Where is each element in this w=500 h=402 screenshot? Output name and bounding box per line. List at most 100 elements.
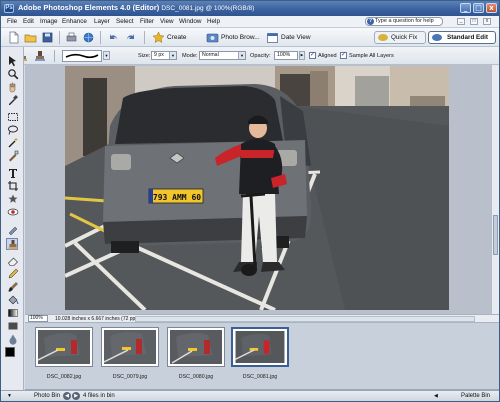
thumbnail-label: DSC_0082.jpg <box>46 374 82 380</box>
horizontal-scrollbar[interactable] <box>135 316 475 322</box>
menu-enhance[interactable]: Enhance <box>62 18 87 25</box>
magic-wand-tool-icon[interactable] <box>7 137 19 149</box>
title-bar: Ps Adobe Photoshop Elements 4.0 (Editor)… <box>1 1 499 16</box>
editor-window: Ps Adobe Photoshop Elements 4.0 (Editor)… <box>0 0 500 402</box>
menu-layer[interactable]: Layer <box>94 18 110 25</box>
quick-fix-button[interactable]: Quick Fix <box>374 31 426 44</box>
vertical-scroll-thumb[interactable] <box>493 215 498 255</box>
size-label: Size: <box>138 53 151 59</box>
shape-tool-icon[interactable] <box>7 320 19 332</box>
document-info: 10.028 inches x 6.667 inches (72 ppi) <box>55 316 139 322</box>
foreground-color-swatch[interactable] <box>5 347 15 357</box>
color-swatches[interactable] <box>5 347 21 363</box>
menu-select[interactable]: Select <box>116 18 134 25</box>
doc-minimize-button[interactable]: _ <box>457 18 465 25</box>
tool-options-bar: ▼ Size: 9 px ▼ Mode: Normal ▼ Opacity: 1… <box>10 47 499 65</box>
document-title: DSC_0081.jpg @ 100%(RGB/8) <box>161 5 255 12</box>
opacity-field[interactable]: 100% <box>274 51 298 60</box>
selection-brush-tool-icon[interactable] <box>7 150 19 162</box>
document-photo[interactable]: 793 AMM 60 <box>65 66 449 310</box>
question-icon: ? <box>367 18 374 25</box>
opacity-slider-arrow[interactable]: ▶ <box>299 51 305 60</box>
photo-bin-label[interactable]: Photo Bin <box>34 393 60 399</box>
thumbnail-frame <box>101 327 159 367</box>
close-button[interactable]: x <box>486 3 497 13</box>
pattern-stamp-icon[interactable] <box>34 50 46 62</box>
zoom-field[interactable]: 100% <box>28 315 48 322</box>
brush-preset-dropdown-arrow[interactable]: ▼ <box>103 51 110 60</box>
photo-bin-thumbnail[interactable]: DSC_0080.jpg <box>167 327 225 380</box>
create-icon[interactable] <box>152 31 165 44</box>
marquee-tool-icon[interactable] <box>7 111 19 123</box>
photo-browser-icon[interactable] <box>206 31 219 44</box>
hand-tool-icon[interactable] <box>7 81 19 93</box>
mode-dropdown-arrow[interactable]: ▼ <box>238 52 245 59</box>
menu-window[interactable]: Window <box>179 18 201 25</box>
aligned-label: Aligned <box>318 53 337 59</box>
photo-bin-thumbnail[interactable]: DSC_0082.jpg <box>35 327 93 380</box>
mode-select[interactable]: Normal ▼ <box>199 51 246 60</box>
type-tool-icon[interactable] <box>7 167 19 179</box>
palette-bin-toggle-icon[interactable]: ◀ <box>434 393 438 399</box>
size-dropdown-arrow[interactable]: ▼ <box>169 52 176 59</box>
brush-tool-icon[interactable] <box>7 281 19 293</box>
zoom-tool-icon[interactable] <box>7 68 19 80</box>
menu-view[interactable]: View <box>160 18 174 25</box>
menu-filter[interactable]: Filter <box>140 18 154 25</box>
doc-close-button[interactable]: x <box>483 18 491 25</box>
options-separator <box>54 50 55 62</box>
canvas-area: 793 AMM 60 <box>25 65 491 314</box>
app-title: Adobe Photoshop Elements 4.0 (Editor) <box>18 3 160 12</box>
eyedropper-tool-icon[interactable] <box>7 94 19 106</box>
print-icon[interactable] <box>65 31 78 44</box>
maximize-button[interactable]: □ <box>473 3 484 13</box>
help-search-field[interactable]: ? Type a question for help <box>365 17 443 26</box>
blur-tool-icon[interactable] <box>7 333 19 345</box>
aligned-checkbox[interactable]: ✓ <box>309 52 316 59</box>
new-file-icon[interactable] <box>7 31 20 44</box>
step-forward-icon[interactable] <box>124 31 137 44</box>
sample-all-layers-checkbox[interactable]: ✓ <box>340 52 347 59</box>
spot-healing-brush-icon[interactable] <box>7 223 19 236</box>
thumbnail-label: DSC_0081.jpg <box>242 374 278 380</box>
size-value: 9 px <box>154 52 164 58</box>
photo-bin-thumbnail[interactable]: DSC_0079.jpg <box>101 327 159 380</box>
create-button[interactable]: Create <box>167 34 187 41</box>
menu-help[interactable]: Help <box>207 18 220 25</box>
photo-browser-button[interactable]: Photo Brow... <box>221 34 260 41</box>
mode-value: Normal <box>202 52 219 58</box>
standard-edit-button[interactable]: Standard Edit <box>428 31 496 44</box>
gradient-tool-icon[interactable] <box>7 307 19 319</box>
eraser-tool-icon[interactable] <box>7 255 19 267</box>
minimize-button[interactable]: _ <box>460 3 471 13</box>
toolbar-separator <box>100 31 101 44</box>
photo-bin-thumbnail-selected[interactable]: DSC_0081.jpg <box>231 327 289 380</box>
brush-preset-picker[interactable] <box>62 50 102 62</box>
move-tool-icon[interactable] <box>7 55 19 67</box>
cookie-cutter-tool-icon[interactable] <box>7 193 19 205</box>
photo-bin-toggle-icon[interactable]: ▼ <box>7 393 12 399</box>
palette-bin-label[interactable]: Palette Bin <box>461 393 490 399</box>
paint-bucket-tool-icon[interactable] <box>7 294 19 306</box>
doc-restore-button[interactable]: □ <box>470 18 478 25</box>
red-eye-removal-tool-icon[interactable] <box>7 206 19 218</box>
pencil-tool-icon[interactable] <box>7 268 19 280</box>
previous-photo-icon[interactable]: ◀ <box>63 392 71 400</box>
date-view-icon[interactable] <box>266 31 279 44</box>
crop-tool-icon[interactable] <box>7 180 19 192</box>
vertical-scrollbar[interactable] <box>491 65 499 314</box>
menu-edit[interactable]: Edit <box>23 18 34 25</box>
menu-file[interactable]: File <box>7 18 17 25</box>
next-photo-icon[interactable]: ▶ <box>72 392 80 400</box>
step-backward-icon[interactable] <box>107 31 120 44</box>
menu-image[interactable]: Image <box>40 18 58 25</box>
online-services-icon[interactable] <box>82 31 95 44</box>
date-view-button[interactable]: Date View <box>281 34 311 41</box>
clone-stamp-tool-icon[interactable] <box>6 238 18 250</box>
save-disk-icon[interactable] <box>41 31 54 44</box>
lasso-tool-icon[interactable] <box>7 124 19 136</box>
thumbnail-label: DSC_0079.jpg <box>112 374 148 380</box>
quick-fix-icon <box>378 34 388 41</box>
open-folder-icon[interactable] <box>24 31 37 44</box>
size-field[interactable]: 9 px ▼ <box>151 51 177 60</box>
